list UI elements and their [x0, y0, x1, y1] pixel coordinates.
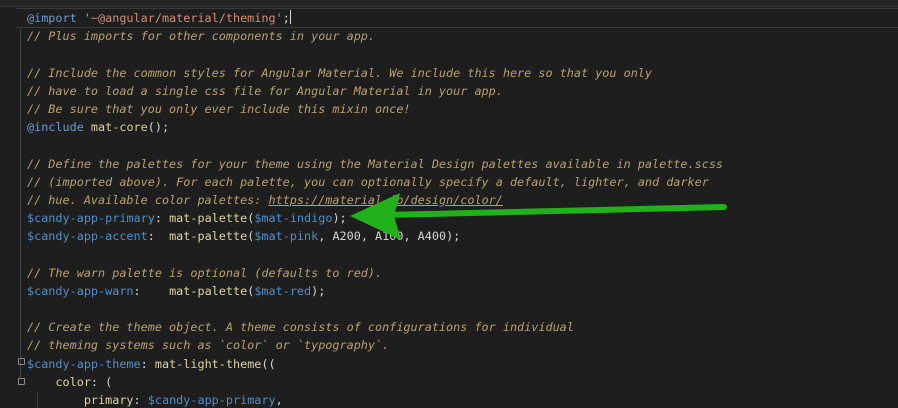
- code-line[interactable]: // Be sure that you only ever include th…: [27, 100, 723, 118]
- code-token: @include: [27, 120, 84, 135]
- code-token: $candy-app-theme: [27, 356, 141, 371]
- code-line[interactable]: // Include the common styles for Angular…: [27, 64, 723, 82]
- code-token: // theming systems such as `color` or `t…: [27, 338, 390, 353]
- code-line[interactable]: @import '~@angular/material/theming';: [27, 9, 723, 27]
- code-line[interactable]: // Create the theme object. A theme cons…: [27, 318, 723, 336]
- code-line[interactable]: // have to load a single css file for An…: [27, 82, 723, 100]
- code-line[interactable]: // Define the palettes for your theme us…: [27, 155, 723, 173]
- code-token: $candy-app-accent: [27, 229, 148, 244]
- code-token: // The warn palette is optional (default…: [27, 265, 383, 280]
- code-line[interactable]: ​: [27, 245, 723, 263]
- editor-tab-bar: [0, 0, 898, 7]
- code-line[interactable]: color: (: [27, 373, 723, 391]
- code-token: // Include the common styles for Angular…: [27, 65, 653, 80]
- code-line[interactable]: ​: [27, 300, 723, 318]
- code-token: ();: [147, 120, 170, 135]
- text-cursor: [289, 10, 291, 24]
- code-token: :: [133, 283, 170, 298]
- code-token: ;: [282, 11, 290, 25]
- code-token: mat-palette: [169, 229, 248, 244]
- code-line[interactable]: // The warn palette is optional (default…: [27, 264, 723, 282]
- code-token[interactable]: https://material.io/design/color/: [268, 193, 502, 207]
- code-line[interactable]: ​: [27, 136, 723, 154]
- code-line[interactable]: $candy-app-warn: mat-palette($mat-red);: [27, 282, 723, 300]
- code-token: $mat-indigo: [254, 211, 333, 226]
- code-token: $mat-red: [254, 283, 312, 298]
- code-token: // Define the palettes for your theme us…: [27, 156, 724, 171]
- code-token: :: [140, 356, 155, 371]
- code-token: mat-light-theme: [154, 356, 262, 371]
- code-line[interactable]: $candy-app-accent: mat-palette($mat-pink…: [27, 227, 723, 245]
- code-token: mat-core: [83, 120, 148, 135]
- code-lines[interactable]: @import '~@angular/material/theming'; // …: [27, 9, 723, 408]
- code-token: // Create the theme object. A theme cons…: [27, 320, 574, 335]
- code-token: , A200, A100, A400);: [318, 229, 461, 244]
- code-token: // Plus imports for other components in …: [27, 29, 376, 44]
- code-token: :: [147, 229, 170, 244]
- code-token: primary: [27, 392, 134, 407]
- code-token: $mat-pink: [254, 229, 319, 244]
- code-token: : (: [90, 374, 113, 389]
- code-token: ,: [275, 392, 283, 407]
- code-line[interactable]: // (imported above). For each palette, y…: [27, 173, 723, 191]
- code-token: );: [311, 283, 326, 298]
- code-token: mat-palette: [169, 283, 248, 298]
- code-line[interactable]: // hue. Available color palettes: https:…: [27, 191, 723, 209]
- code-token: ((: [261, 356, 276, 371]
- code-line[interactable]: $candy-app-theme: mat-light-theme((: [27, 355, 723, 373]
- code-token: mat-palette: [169, 211, 248, 226]
- code-line[interactable]: // Plus imports for other components in …: [27, 27, 723, 45]
- code-token: color: [27, 374, 91, 389]
- code-token: // hue. Available color palettes:: [27, 192, 269, 207]
- code-token: // Be sure that you only ever include th…: [27, 101, 411, 116]
- code-line[interactable]: primary: $candy-app-primary,: [27, 391, 723, 408]
- code-token: // have to load a single css file for An…: [27, 83, 503, 98]
- code-token: :: [133, 392, 148, 407]
- code-token: $candy-app-primary: [147, 392, 276, 407]
- code-line[interactable]: $candy-app-primary: mat-palette($mat-ind…: [27, 209, 723, 227]
- code-line[interactable]: // theming systems such as `color` or `t…: [27, 336, 723, 354]
- code-line[interactable]: @include mat-core();: [27, 118, 723, 136]
- code-token: :: [154, 211, 170, 226]
- indent-guide: [20, 28, 21, 378]
- fold-marker-icon[interactable]: [18, 358, 25, 365]
- code-token: $candy-app-primary: [27, 211, 155, 226]
- code-token: @import: [27, 11, 77, 25]
- code-token: // (imported above). For each palette, y…: [27, 174, 709, 189]
- code-token: '~@angular/material/theming': [76, 11, 283, 25]
- code-editor[interactable]: @import '~@angular/material/theming'; // …: [0, 0, 898, 408]
- code-token: );: [332, 211, 347, 226]
- code-line[interactable]: ​: [27, 45, 723, 63]
- code-token: $candy-app-warn: [27, 283, 134, 298]
- fold-marker-icon[interactable]: [18, 378, 25, 385]
